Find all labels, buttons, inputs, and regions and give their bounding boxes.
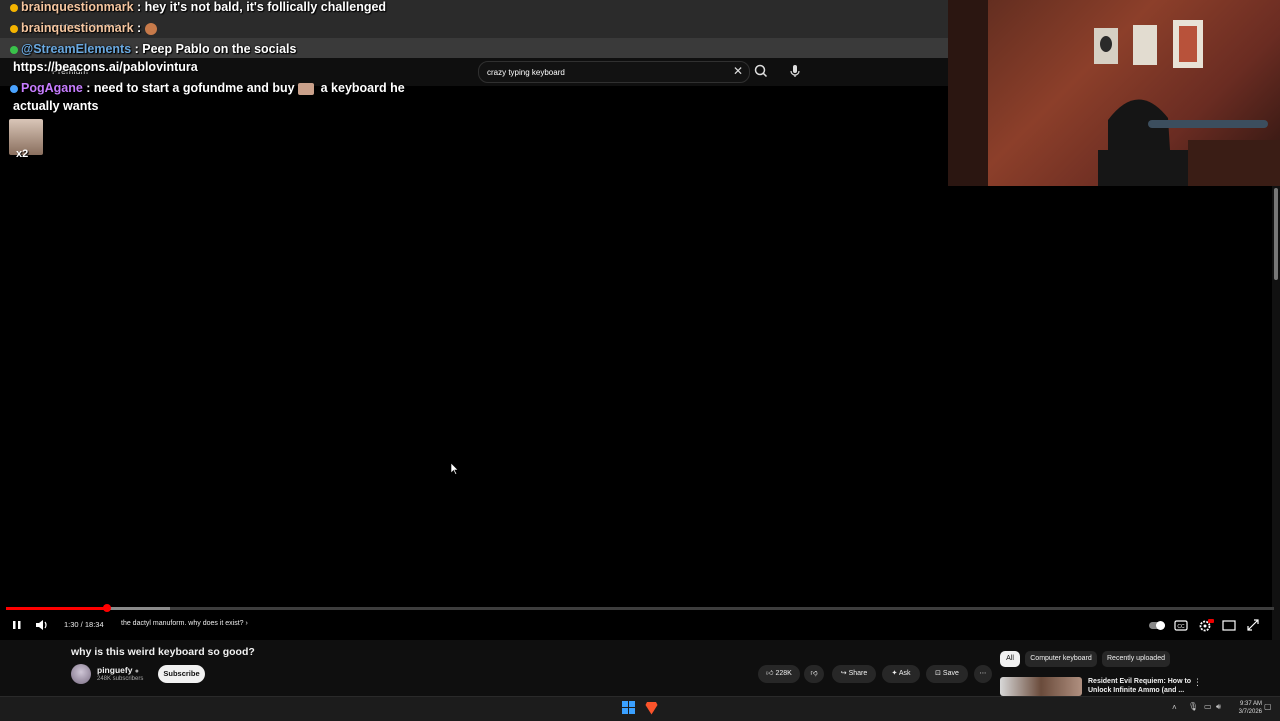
progress-scrubber[interactable] [103,604,111,612]
channel-avatar[interactable] [71,664,91,684]
tray-chevron-up-icon[interactable]: ˄ [1172,703,1177,712]
more-actions-button[interactable]: ⋯ [974,665,992,683]
ask-button[interactable]: ✦ Ask [882,665,920,683]
chat-text: a keyboard he [320,81,405,95]
tray-date: 3/7/2026 [1238,709,1262,715]
settings-gear-icon[interactable] [1198,617,1214,633]
fullscreen-icon[interactable] [1246,617,1260,633]
chapter-label: the dactyl manuform. why does it exist? [121,620,244,627]
autoplay-toggle[interactable] [1148,617,1166,633]
subscribe-button[interactable]: Subscribe [158,665,205,683]
emote-icon [298,82,315,95]
notification-icon[interactable]: ▢ [1264,702,1272,711]
chat-message: PogAgane : need to start a gofundme and … [10,81,405,95]
microphone-icon[interactable] [786,62,804,80]
scrollbar-thumb[interactable] [1274,188,1278,280]
crown-badge-icon [10,3,18,12]
channel-name-text[interactable]: pinguefy [97,665,132,675]
windows-start-icon[interactable] [622,701,635,714]
progress-bar[interactable] [6,607,1274,610]
search-input[interactable] [487,65,717,79]
dislike-button[interactable]: 👎︎ [804,665,824,683]
chip-recently-uploaded[interactable]: Recently uploaded [1102,651,1170,667]
tray-clock[interactable]: 9:37 AM 3/7/2026 [1226,700,1262,716]
tray-network-icon[interactable]: ▭ [1204,702,1212,711]
verified-icon: ● [134,668,140,675]
sparkle-icon: ✦ [891,670,898,677]
share-button[interactable]: ↪ Share [832,665,876,683]
emote-icon [144,22,157,35]
moderator-badge-icon [10,45,18,54]
captions-icon[interactable]: CC [1174,617,1188,633]
chip-all[interactable]: All [1000,651,1020,667]
mouse-cursor-icon [450,462,459,480]
save-label: Save [942,670,959,677]
windows-taskbar [0,696,1280,721]
search-box[interactable] [478,61,750,83]
chat-message: brainquestionmark : hey it's not bald, i… [10,0,386,14]
thumbs-up-icon: 👍︎ [766,670,774,677]
volume-icon[interactable] [34,617,50,633]
chat-username: brainquestionmark [21,21,134,35]
recommendation-title-line: Resident Evil Requiem: How to [1088,678,1192,685]
chevron-right-icon: › [245,620,248,627]
video-title: why is this weird keyboard so good? [71,646,255,658]
svg-text:CC: CC [1177,624,1185,630]
like-button[interactable]: 👍︎ 228K [758,665,800,683]
chat-username: brainquestionmark [21,0,134,14]
clear-search-icon[interactable]: ✕ [732,63,744,79]
chat-text: Peep Pablo on the socials [142,42,297,56]
emote-multiplier: x2 [16,148,29,160]
recommendation-title-line: Unlock Infinite Ammo (and ... [1088,687,1185,694]
chat-link[interactable]: https://beacons.ai/pablovintura [13,60,198,74]
thumbs-down-icon: 👎︎ [810,670,818,677]
chat-text: need to start a gofundme and buy [93,81,295,95]
search-icon[interactable] [752,62,770,80]
chat-username: @StreamElements [21,42,132,56]
crown-badge-icon [10,24,18,33]
chat-message: brainquestionmark : [10,21,160,35]
chat-message: @StreamElements : Peep Pablo on the soci… [10,42,296,56]
time-display: 1:30 / 18:34 [64,620,104,629]
tray-mic-icon[interactable]: 🎙︎ [1188,702,1198,711]
ask-label: Ask [898,670,911,677]
chat-username: PogAgane [21,81,83,95]
like-count: 228K [775,670,792,677]
chip-computer-keyboard[interactable]: Computer keyboard [1025,651,1097,667]
share-label: Share [848,670,868,677]
chat-text: hey it's not bald, it's follically chall… [144,0,387,14]
webcam-feed [948,0,1280,186]
theater-mode-icon[interactable] [1222,617,1236,633]
more-horizontal-icon: ⋯ [979,670,987,677]
recommendation-menu-icon[interactable]: ⋮ [1193,677,1202,688]
tray-volume-icon[interactable]: 🔊︎ [1216,702,1221,712]
brave-browser-icon[interactable] [645,701,658,715]
save-button[interactable]: ⊡ Save [926,665,968,683]
channel-name[interactable]: pinguefy ● [97,665,139,675]
chapter-title[interactable]: the dactyl manuform. why does it exist? … [121,620,248,627]
recommendation-thumbnail[interactable] [1000,677,1082,696]
chat-text: actually wants [13,99,99,113]
bookmark-icon: ⊡ [935,670,941,677]
tray-time: 9:37 AM [1239,701,1262,707]
subscriber-count: 248K subscribers [97,676,144,682]
sword-badge-icon [10,84,18,93]
pause-button[interactable] [10,617,24,633]
progress-played [6,607,107,610]
share-icon: ↪ [840,670,847,677]
recommendation-title[interactable]: Resident Evil Requiem: How to Unlock Inf… [1088,677,1192,695]
